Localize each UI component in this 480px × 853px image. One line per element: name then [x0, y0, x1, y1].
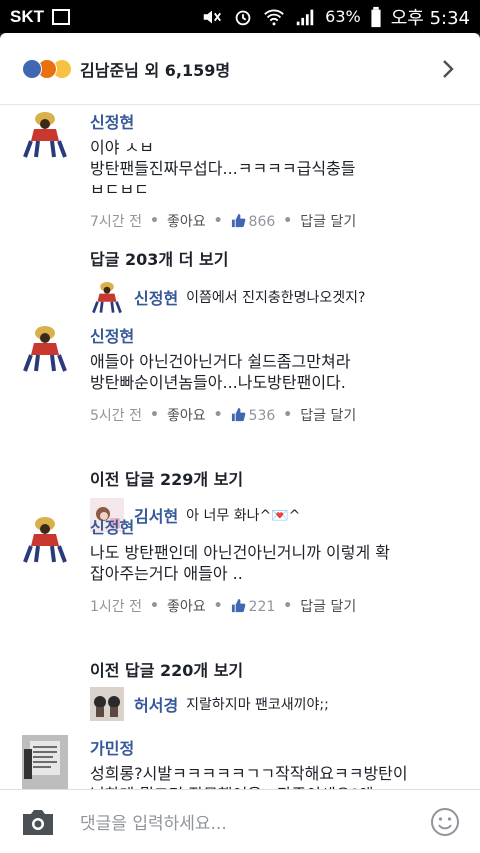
avatar[interactable] [22, 323, 68, 373]
thumbs-up-icon [231, 598, 245, 612]
comment-body: 신정현 이야 ㅅㅂ 방탄팬들진짜무섭다...ㅋㅋㅋㅋ급식충들 ㅂㄷㅂㄷ [90, 109, 460, 200]
comment-time: 5시간 전 [90, 408, 142, 424]
reply-button[interactable]: 답글 달기 [300, 596, 356, 616]
avatar[interactable] [22, 735, 68, 789]
comment-body: 신정현 애들아 아닌건아닌거다 쉴드좀그만쳐라 방탄빠순이년놈들아...나도방탄… [90, 323, 460, 393]
commenter-name[interactable]: 신정현 [90, 109, 460, 133]
clock: 오후 5:34 [390, 7, 470, 29]
like-button[interactable]: 좋아요 [167, 596, 206, 616]
comment-text: 성희롱?시발ㅋㅋㅋㅋㅋㄱㄱ작작해요ㅋㅋ방탄이 님한테 뭘그리 잘못했어욬ㅋ관종이… [90, 764, 408, 789]
comment-text: 애들아 아닌건아닌거다 쉴드좀그만쳐라 방탄빠순이년놈들아...나도방탄팬이다. [90, 352, 351, 392]
reply-item: 허서경 지랄하지마 팬코새끼야;; [90, 687, 470, 721]
reply-item: 신정현 이쯤에서 진지충한명나오겟지? [90, 280, 470, 314]
reply-text: 이쯤에서 진지충한명나오겟지? [186, 290, 366, 306]
reactions-summary-bar[interactable]: 김남준님 외 6,159명 [0, 33, 480, 105]
status-bar: SKT 63% 오후 5:34 [0, 0, 480, 33]
comment-body: 가민정 성희롱?시발ㅋㅋㅋㅋㅋㄱㄱ작작해요ㅋㅋ방탄이 님한테 뭘그리 잘못했어욬… [90, 735, 460, 789]
reply-author-name[interactable]: 허서경 [134, 692, 178, 716]
comment-meta: 5시간 전 • 좋아요 • 536 • 답글 달기 [90, 405, 357, 425]
reaction-icons [22, 58, 72, 79]
commenter-name[interactable]: 신정현 [90, 323, 460, 347]
comment-list: 신정현 이야 ㅅㅂ 방탄팬들진짜무섭다...ㅋㅋㅋㅋ급식충들 ㅂㄷㅂㄷ 7시간 … [0, 105, 480, 789]
like-button[interactable]: 좋아요 [167, 405, 206, 425]
battery-percent: 63% [325, 7, 361, 26]
like-count: 536 [248, 407, 276, 424]
emoji-icon[interactable] [430, 807, 460, 837]
carrier-label: SKT [10, 6, 44, 26]
comment-body: 신정현 나도 방탄팬인데 아닌건아닌거니까 이렇게 확 잡아주는거다 애들아 .… [90, 514, 460, 584]
comments-panel: 김남준님 외 6,159명 신정현 이야 ㅅㅂ 방탄팬들진짜무섭다...ㅋㅋㅋㅋ… [0, 33, 480, 853]
thumbs-up-icon [231, 407, 245, 421]
reply-button[interactable]: 답글 달기 [300, 405, 356, 425]
chevron-right-icon[interactable] [438, 59, 458, 79]
comment-input[interactable]: 댓글을 입력하세요... [80, 809, 430, 834]
thumbs-up-icon [231, 213, 245, 227]
view-more-replies[interactable]: 이전 답글 229개 보기 [90, 466, 243, 490]
reactors-summary: 김남준님 외 6,159명 [80, 60, 231, 80]
view-more-replies[interactable]: 답글 203개 더 보기 [90, 246, 228, 270]
like-button[interactable]: 좋아요 [167, 211, 206, 231]
comment-composer: 댓글을 입력하세요... [0, 789, 480, 853]
like-count-group[interactable]: 866 [231, 213, 276, 230]
camera-icon[interactable] [20, 807, 56, 837]
comment-text: 나도 방탄팬인데 아닌건아닌거니까 이렇게 확 잡아주는거다 애들아 .. [90, 543, 391, 583]
status-icons: 63% 오후 5:34 [201, 4, 470, 30]
like-count-group[interactable]: 536 [231, 407, 276, 424]
comment-time: 7시간 전 [90, 214, 142, 230]
avatar[interactable] [90, 687, 124, 721]
reply-text: 지랄하지마 팬코새끼야;; [186, 697, 329, 713]
image-notification-icon [52, 8, 70, 25]
like-count-group[interactable]: 221 [231, 598, 276, 615]
reply-author-name[interactable]: 신정현 [134, 285, 178, 309]
like-count: 866 [248, 213, 276, 230]
mute-icon [203, 10, 222, 23]
avatar[interactable] [22, 109, 68, 159]
wifi-icon [264, 9, 284, 25]
commenter-name[interactable]: 신정현 [90, 514, 460, 538]
signal-icon [296, 9, 314, 25]
comment-text: 이야 ㅅㅂ 방탄팬들진짜무섭다...ㅋㅋㅋㅋ급식충들 ㅂㄷㅂㄷ [90, 138, 356, 199]
view-more-replies[interactable]: 이전 답글 220개 보기 [90, 657, 243, 681]
comment-meta: 1시간 전 • 좋아요 • 221 • 답글 달기 [90, 596, 357, 616]
avatar[interactable] [90, 280, 124, 314]
alarm-icon [235, 10, 251, 25]
comment-meta: 7시간 전 • 좋아요 • 866 • 답글 달기 [90, 211, 357, 231]
comment-time: 1시간 전 [90, 599, 142, 615]
battery-icon [371, 6, 381, 27]
avatar[interactable] [22, 514, 68, 564]
like-count: 221 [248, 598, 276, 615]
commenter-name[interactable]: 가민정 [90, 735, 460, 759]
reply-button[interactable]: 답글 달기 [300, 211, 356, 231]
like-reaction-icon [22, 58, 42, 79]
